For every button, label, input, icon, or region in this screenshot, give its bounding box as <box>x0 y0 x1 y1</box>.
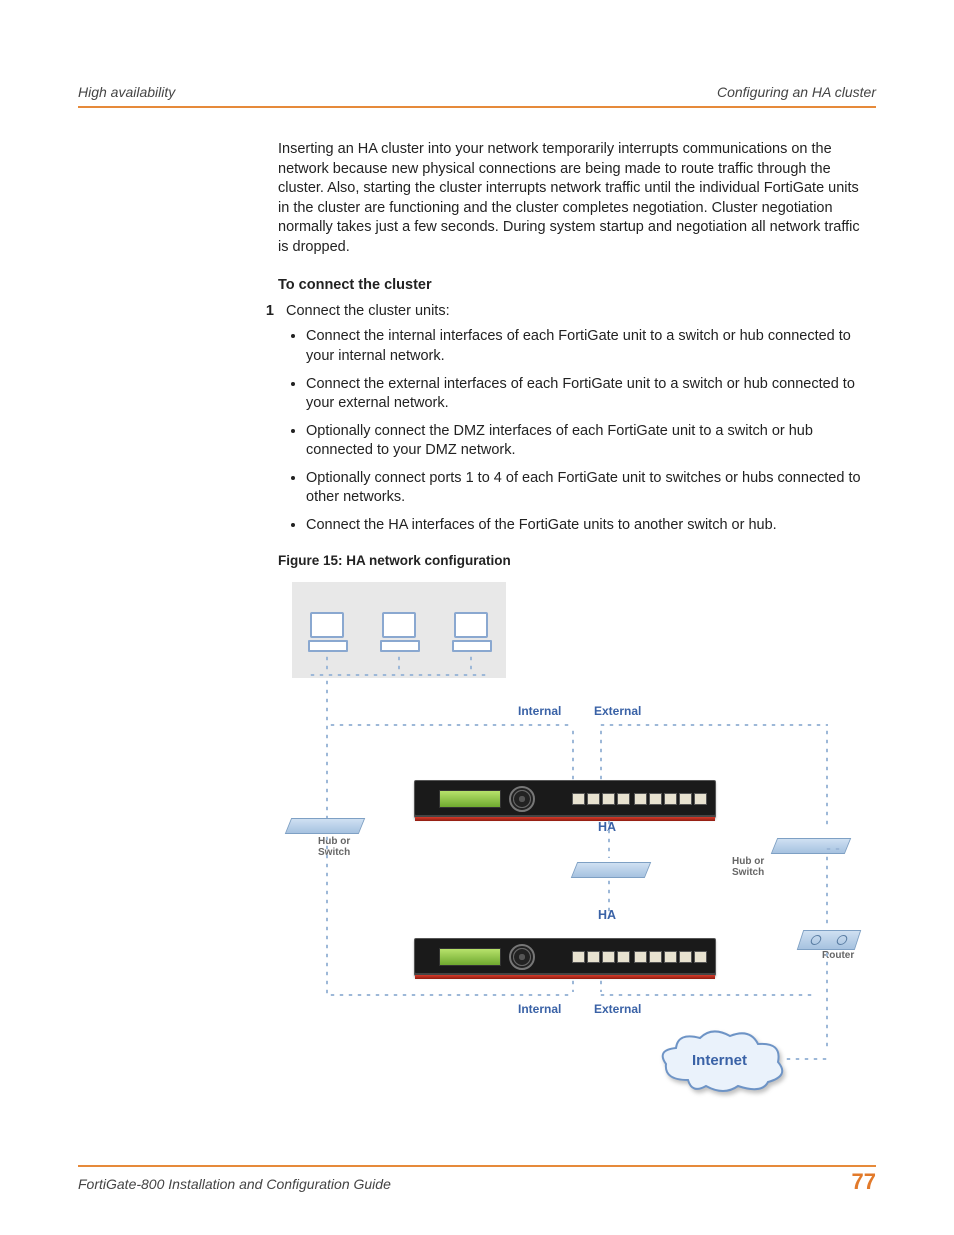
body-content: Inserting an HA cluster into your networ… <box>278 140 874 1118</box>
intro-paragraph: Inserting an HA cluster into your networ… <box>278 140 874 257</box>
bullet-list: Connect the internal interfaces of each … <box>278 327 874 535</box>
step-number: 1 <box>244 303 286 319</box>
page-number: 77 <box>852 1169 876 1195</box>
label-internal-lower: Internal <box>518 1002 561 1016</box>
header-right: Configuring an HA cluster <box>717 84 876 100</box>
label-internal-upper: Internal <box>518 704 561 718</box>
footer-title: FortiGate-800 Installation and Configura… <box>78 1176 391 1192</box>
label-hub-switch-right: Hub orSwitch <box>732 856 764 878</box>
list-item: Optionally connect ports 1 to 4 of each … <box>306 469 874 508</box>
fortigate-unit-top-icon <box>414 780 716 818</box>
label-internet: Internet <box>692 1052 747 1069</box>
list-item: Connect the HA interfaces of the FortiGa… <box>306 516 874 536</box>
pc-icon <box>380 612 418 652</box>
running-header: High availability Configuring an HA clus… <box>78 84 876 108</box>
label-external-lower: External <box>594 1002 641 1016</box>
fortigate-unit-bottom-icon <box>414 938 716 976</box>
figure-15-diagram: Internal Network Internal External <box>278 578 858 1118</box>
pc-icon <box>308 612 346 652</box>
router-icon <box>797 930 861 950</box>
footer-rule <box>78 1165 876 1167</box>
list-item: Connect the external interfaces of each … <box>306 375 874 414</box>
hub-switch-left-icon <box>285 818 365 834</box>
list-item: Connect the internal interfaces of each … <box>306 327 874 366</box>
step-1: 1 Connect the cluster units: <box>278 303 874 319</box>
procedure-heading: To connect the cluster <box>278 277 874 293</box>
label-hub-switch-left: Hub orSwitch <box>318 836 350 858</box>
pc-icon <box>452 612 490 652</box>
label-ha-lower: HA <box>598 908 616 922</box>
step-text: Connect the cluster units: <box>286 303 450 319</box>
page-footer: FortiGate-800 Installation and Configura… <box>78 1169 876 1195</box>
list-item: Optionally connect the DMZ interfaces of… <box>306 422 874 461</box>
hub-switch-center-icon <box>571 862 651 878</box>
header-left: High availability <box>78 84 175 100</box>
figure-caption: Figure 15: HA network configuration <box>278 553 874 568</box>
label-external-upper: External <box>594 704 641 718</box>
